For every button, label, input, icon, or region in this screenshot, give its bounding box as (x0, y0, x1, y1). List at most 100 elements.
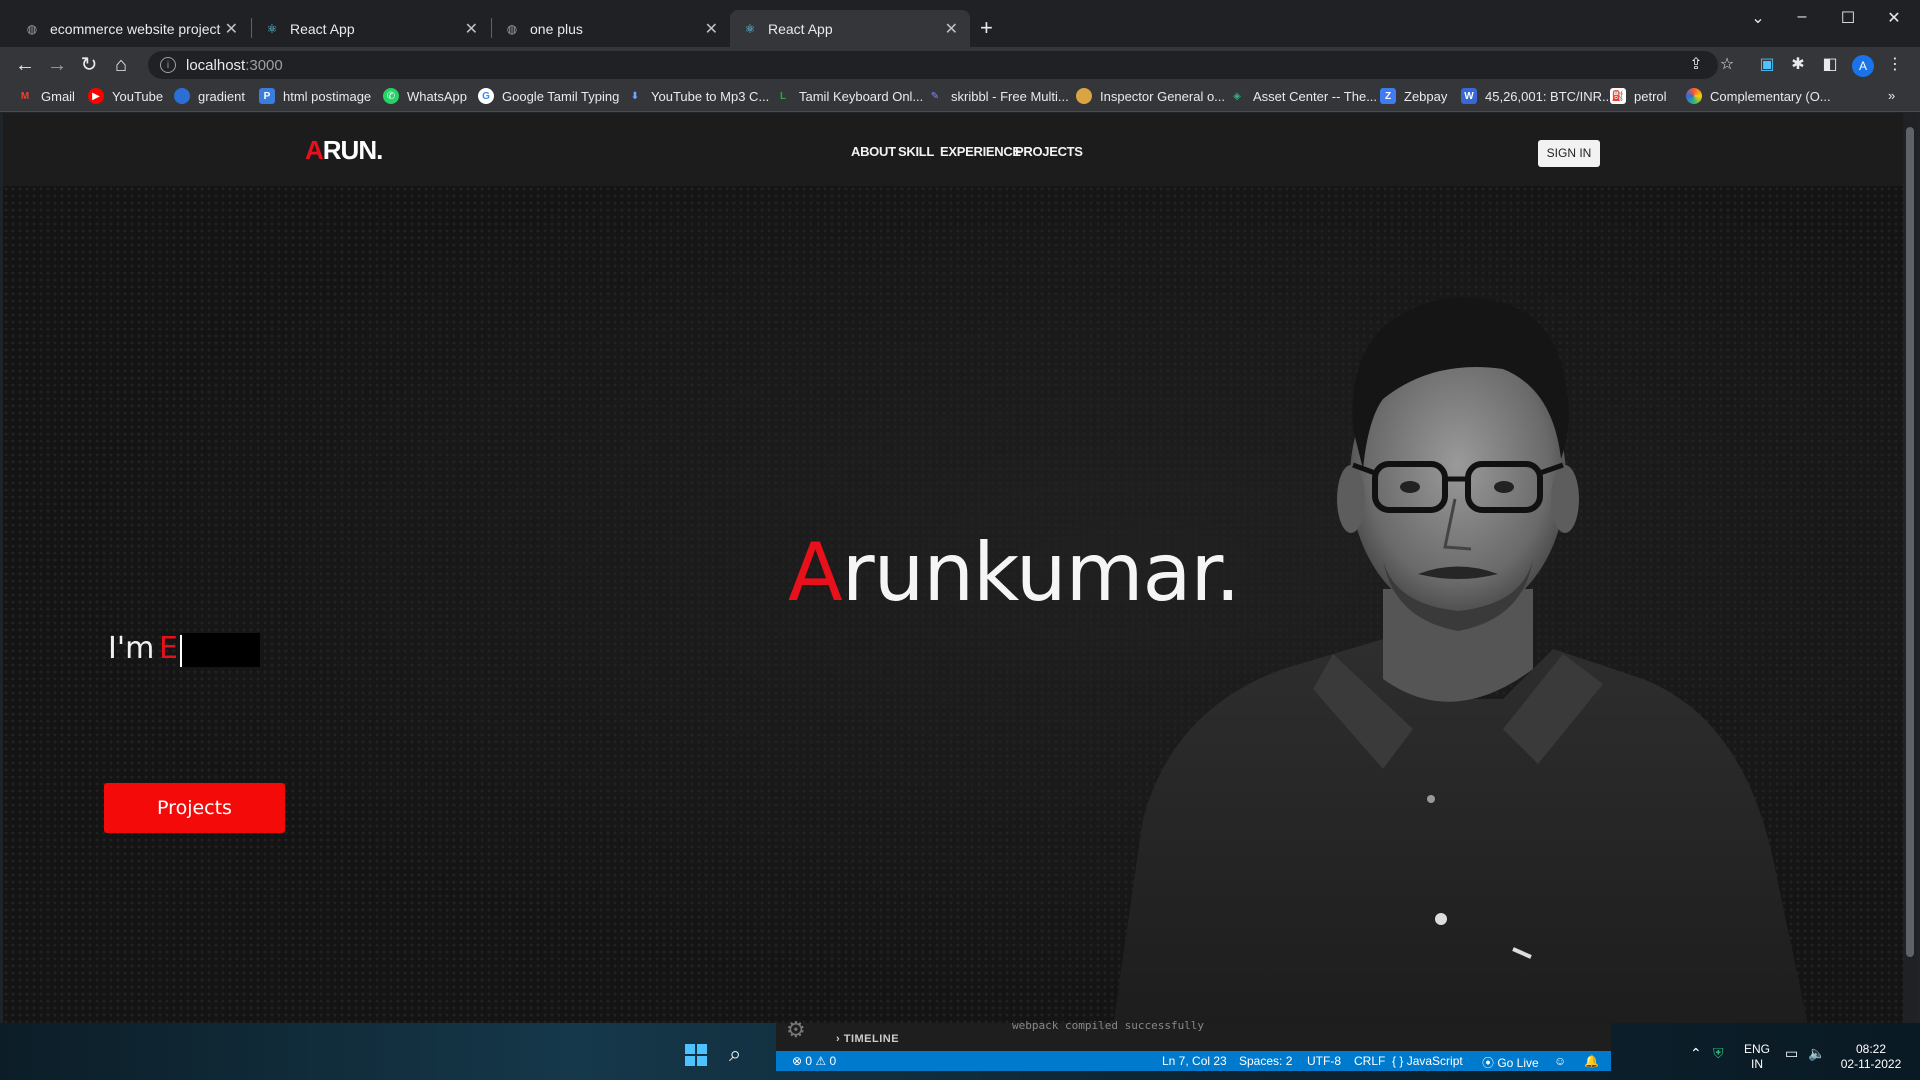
menu-icon[interactable]: ⋮ (1885, 55, 1905, 75)
bookmark-zebpay[interactable]: Z Zebpay (1380, 88, 1447, 104)
scroll-thumb[interactable] (1906, 127, 1914, 957)
bookmark-asset-center[interactable]: ◈ Asset Center -- The... (1229, 88, 1377, 104)
go-live-button[interactable]: ⦿ Go Live (1482, 1054, 1539, 1071)
projects-button[interactable]: Projects (104, 783, 285, 833)
tab-react-app-active[interactable]: ⚛ React App ✕ (730, 10, 970, 47)
vscode-status-bar: ⊗ 0 ⚠ 0 Ln 7, Col 23 Spaces: 2 UTF-8 CRL… (776, 1051, 1611, 1071)
globe-icon: ◍ (506, 21, 518, 36)
home-icon[interactable]: ⌂ (108, 52, 134, 78)
tab-search-icon[interactable]: ⌄ (1738, 8, 1778, 28)
site-info-icon[interactable]: i (160, 57, 176, 73)
asset-icon: ◈ (1233, 90, 1241, 102)
side-panel-icon[interactable]: ◧ (1820, 55, 1840, 75)
tab-title: one plus (530, 20, 583, 37)
maximize-icon[interactable]: ☐ (1828, 8, 1868, 28)
lang-region: IN (1751, 1057, 1763, 1071)
bookmark-star-icon[interactable]: ☆ (1717, 55, 1737, 75)
security-icon[interactable]: ⛨ (1713, 1046, 1724, 1061)
minimize-icon[interactable]: – (1782, 8, 1822, 26)
bookmark-label: gradient (198, 88, 245, 104)
language-mode[interactable]: { } JavaScript (1392, 1054, 1463, 1068)
bookmark-youtube[interactable]: ▶ YouTube (88, 88, 163, 104)
bookmark-petrol[interactable]: ⛽ petrol (1610, 88, 1667, 104)
bookmark-label: Inspector General o... (1100, 88, 1226, 104)
tab-one-plus[interactable]: ◍ one plus ✕ (492, 10, 730, 47)
back-icon[interactable]: ← (12, 52, 38, 78)
address-bar[interactable]: i localhost:3000 (148, 51, 1718, 79)
bookmark-label: html postimage (283, 88, 372, 104)
bookmark-inspector-general[interactable]: Inspector General o... (1076, 88, 1225, 104)
windows-start-icon[interactable] (685, 1044, 707, 1066)
close-icon[interactable]: ✕ (225, 19, 238, 39)
share-icon[interactable]: ⇪ (1686, 55, 1706, 75)
bookmark-html-postimage[interactable]: Phtml postimage (259, 88, 371, 104)
indent-setting[interactable]: Spaces: 2 (1239, 1054, 1292, 1068)
clock[interactable]: 08:22 02-11-2022 (1840, 1042, 1902, 1072)
pencil-icon: ✎ (930, 90, 940, 102)
notifications-icon[interactable]: 🔔 (1584, 1054, 1599, 1068)
vscode-window-peek[interactable]: ⚙ webpack compiled successfully › TIMELI… (776, 1017, 1611, 1071)
bookmark-google-tamil[interactable]: G Google Tamil Typing (478, 88, 619, 104)
profile-avatar[interactable]: A (1852, 55, 1874, 77)
more-bookmarks-button[interactable]: » (1888, 88, 1895, 103)
tab-strip: ◍ ecommerce website project ✕ ⚛ React Ap… (0, 0, 1920, 47)
nav-skill[interactable]: SKILL (898, 144, 934, 159)
hero-section: Arunkumar. I'm E( Projects (3, 186, 1903, 1023)
bookmark-label: Complementary (O... (1710, 88, 1831, 104)
gmail-icon: M (20, 90, 30, 102)
nav-about[interactable]: ABOUT (851, 144, 896, 159)
page-viewport: ARUN. ABOUT SKILL EXPERIENCE PROJECTS SI… (3, 113, 1903, 1023)
globe-icon: ◍ (26, 21, 38, 36)
postimage-icon: P (259, 88, 275, 104)
sign-in-button[interactable]: SIGN IN (1538, 140, 1600, 167)
eol-setting[interactable]: CRLF (1354, 1054, 1385, 1068)
bookmark-complementary[interactable]: Complementary (O... (1686, 88, 1831, 104)
bookmark-youtube-mp3[interactable]: ⬇ YouTube to Mp3 C... (627, 88, 769, 104)
bookmark-whatsapp[interactable]: ✆ WhatsApp (383, 88, 467, 104)
nav-experience[interactable]: EXPERIENCE (940, 144, 1021, 159)
encoding-setting[interactable]: UTF-8 (1307, 1054, 1341, 1068)
bookmark-gmail[interactable]: M Gmail (17, 88, 75, 104)
volume-icon[interactable]: 🔈 (1808, 1046, 1825, 1061)
close-icon[interactable]: ✕ (945, 19, 958, 39)
lang-primary: ENG (1744, 1042, 1771, 1056)
bookmark-tamil-keyboard[interactable]: L Tamil Keyboard Onl... (775, 88, 923, 104)
url-host: localhost (186, 56, 246, 74)
new-tab-button[interactable]: + (980, 16, 993, 40)
nav-projects[interactable]: PROJECTS (1015, 144, 1083, 159)
gear-icon[interactable]: ⚙ (786, 1017, 806, 1043)
cursor-position[interactable]: Ln 7, Col 23 (1162, 1054, 1227, 1068)
taskbar-search-icon[interactable]: ⌕ (729, 1041, 741, 1067)
feedback-icon[interactable]: ☺ (1554, 1054, 1566, 1068)
hero-name-accent: A (788, 526, 843, 619)
bookmark-label: petrol (1634, 88, 1667, 104)
network-icon[interactable]: ▭ (1785, 1046, 1798, 1061)
bookmark-skribbl[interactable]: ✎ skribbl - Free Multi... (927, 88, 1069, 104)
forward-icon[interactable]: → (44, 52, 70, 78)
go-live-label: Go Live (1497, 1056, 1539, 1070)
error-count: 0 (805, 1054, 813, 1068)
tab-ecommerce[interactable]: ◍ ecommerce website project ✕ (12, 10, 250, 47)
site-logo[interactable]: ARUN. (305, 135, 384, 166)
close-icon[interactable]: ✕ (465, 19, 478, 39)
timeline-label: TIMELINE (843, 1033, 900, 1045)
timeline-section[interactable]: › TIMELINE (836, 1033, 899, 1045)
close-icon[interactable]: ✕ (705, 19, 718, 39)
hero-name-rest: runkumar. (841, 526, 1241, 619)
bookmark-gradient[interactable]: gradient (174, 88, 245, 104)
extensions-icon[interactable]: ✱ (1788, 55, 1808, 75)
logo-text: RUN. (322, 135, 384, 165)
language-indicator[interactable]: ENG IN (1744, 1042, 1770, 1072)
tab-title: React App (768, 20, 833, 37)
tray-overflow-icon[interactable]: ⌃ (1690, 1046, 1702, 1061)
bookmark-btc-inr[interactable]: W 45,26,001: BTC/INR... (1461, 88, 1613, 104)
reload-icon[interactable]: ↻ (76, 52, 102, 78)
extension-app-icon[interactable]: ▣ (1757, 55, 1777, 75)
keyboard-icon: L (779, 90, 787, 102)
problems-indicator[interactable]: ⊗ 0 ⚠ 0 (792, 1054, 836, 1068)
tab-react-app-1[interactable]: ⚛ React App ✕ (252, 10, 490, 47)
react-icon: ⚛ (744, 21, 756, 36)
window-close-icon[interactable]: ✕ (1874, 8, 1914, 28)
typed-highlight (182, 633, 260, 667)
page-scrollbar[interactable] (1903, 113, 1917, 1023)
